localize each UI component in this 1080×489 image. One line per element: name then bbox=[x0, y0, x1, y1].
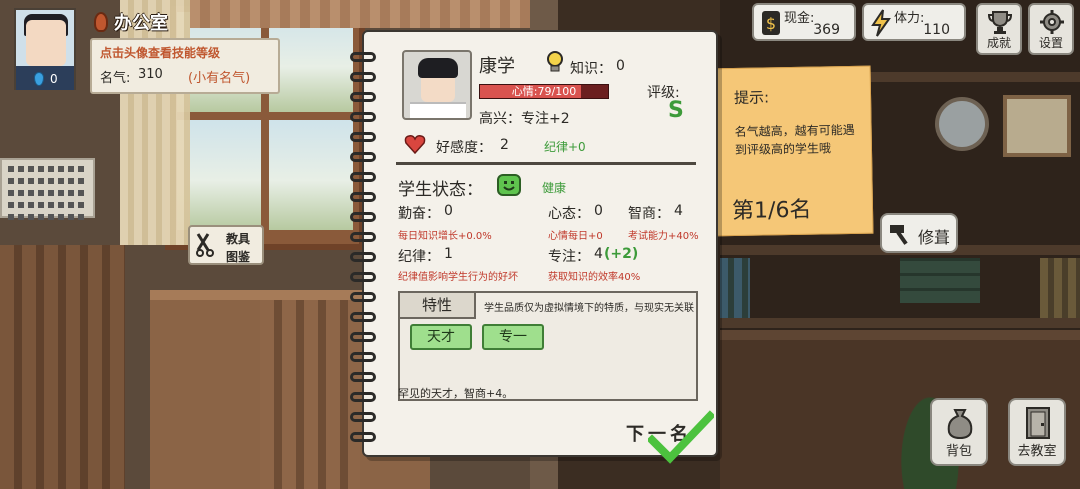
diligence-value: 0 bbox=[444, 203, 453, 219]
iq-value: 4 bbox=[674, 203, 683, 219]
fame-value: 310 bbox=[138, 67, 163, 82]
books bbox=[720, 258, 750, 318]
repair-button[interactable]: 修葺 bbox=[880, 213, 958, 253]
teaching-tools-button[interactable]: 教具 图鉴 bbox=[188, 225, 264, 265]
discipline-note: 纪律值影响学生行为的好坏 bbox=[398, 272, 518, 283]
grade-value: S bbox=[668, 98, 684, 123]
student-card: 康学 知识： 0 心情:79/100 评级: S 高兴：专注+2 好感度： 2 … bbox=[350, 30, 718, 464]
cash-icon: $ bbox=[762, 11, 780, 35]
curtain bbox=[120, 0, 190, 245]
checkmark-icon bbox=[648, 410, 714, 464]
chair bbox=[260, 300, 360, 489]
favor-value: 2 bbox=[500, 137, 509, 153]
book-stack bbox=[900, 258, 980, 303]
trait-chip-genius[interactable]: 天才 bbox=[410, 324, 472, 350]
student-index: 第1/6名 bbox=[731, 197, 812, 225]
focus-note: 获取知识的效率40% bbox=[548, 272, 641, 283]
state-label: 学生状态： bbox=[398, 180, 483, 200]
trait-chip-devoted[interactable]: 专一 bbox=[482, 324, 544, 350]
settings-button[interactable]: 设置 bbox=[1028, 3, 1074, 55]
fame-rank: (小有名气) bbox=[188, 71, 251, 86]
stamina-counter: 体力: 110 bbox=[862, 3, 966, 41]
focus-bonus: (+2) bbox=[604, 246, 639, 262]
stamina-label: 体力: bbox=[894, 11, 925, 26]
trait-detail: 罕见的天才，智商+4。 bbox=[398, 387, 514, 400]
hammer-icon bbox=[890, 225, 908, 245]
framed-photo bbox=[1003, 95, 1071, 157]
spiral-binding bbox=[350, 52, 376, 442]
achievements-label: 成就 bbox=[986, 36, 1011, 50]
trophy-icon bbox=[987, 11, 1013, 34]
lightbulb-icon bbox=[547, 51, 563, 72]
tool-label-line1: 教具 bbox=[226, 232, 251, 246]
student-name: 康学 bbox=[479, 56, 515, 77]
location-label: 办公室 bbox=[94, 9, 168, 35]
divider bbox=[396, 162, 696, 165]
mood-bar: 心情:79/100 bbox=[479, 84, 609, 99]
tool-label-line2: 图鉴 bbox=[226, 250, 251, 264]
location-text: 办公室 bbox=[114, 13, 168, 34]
mentality-note: 心情每日+0 bbox=[548, 231, 603, 242]
tip-title: 提示: bbox=[733, 88, 770, 108]
skill-pin-icon bbox=[34, 72, 44, 86]
tools-icon bbox=[196, 233, 214, 257]
heart-icon bbox=[404, 135, 426, 154]
state-value: 健康 bbox=[542, 181, 567, 195]
mentality-value: 0 bbox=[594, 203, 603, 219]
favor-label: 好感度： bbox=[436, 140, 492, 156]
lightning-icon bbox=[871, 9, 891, 37]
settings-label: 设置 bbox=[1038, 36, 1063, 50]
mentality-label: 心态： bbox=[548, 206, 590, 222]
stamina-value: 110 bbox=[923, 22, 950, 38]
repair-label: 修葺 bbox=[918, 228, 951, 247]
bag-label: 背包 bbox=[945, 444, 972, 459]
books bbox=[1040, 258, 1080, 318]
smiley-icon bbox=[497, 174, 521, 196]
curtain-valance bbox=[190, 0, 530, 28]
diligence-note: 每日知识增长+0.0% bbox=[398, 231, 492, 242]
door-icon bbox=[1026, 407, 1050, 439]
iq-label: 智商： bbox=[628, 206, 670, 222]
go-classroom-button[interactable]: 去教室 bbox=[1008, 398, 1066, 466]
student-portrait bbox=[402, 50, 472, 120]
focus-label: 专注： bbox=[548, 249, 590, 265]
player-avatar[interactable]: 0 bbox=[14, 8, 76, 90]
tip-note: 提示: 名气越高，越有可能遇到评级高的学生哦 第1/6名 bbox=[710, 65, 874, 237]
tip-body: 名气越高，越有可能遇到评级高的学生哦 bbox=[734, 122, 855, 157]
focus-value: 4 bbox=[594, 246, 603, 262]
knowledge-label: 知识： bbox=[570, 61, 612, 77]
cash-counter: $ 现金: 369 bbox=[752, 3, 856, 41]
wall-clock bbox=[935, 97, 989, 151]
avatar-badge: 0 bbox=[34, 72, 58, 86]
gear-icon bbox=[1040, 10, 1064, 34]
bag-icon bbox=[947, 409, 973, 440]
cash-label: 现金: bbox=[784, 11, 815, 26]
traits-description: 学生品质仅为虚拟情境下的特质，与现实无关联 bbox=[484, 303, 694, 314]
knowledge-value: 0 bbox=[616, 58, 625, 74]
discipline-label: 纪律： bbox=[398, 249, 440, 265]
iq-note: 考试能力+40% bbox=[628, 231, 699, 242]
traits-tab[interactable]: 特性 bbox=[400, 293, 476, 319]
fame-hint: 点击头像查看技能等级 bbox=[100, 46, 221, 60]
bag-button[interactable]: 背包 bbox=[930, 398, 988, 466]
eye-chart-poster bbox=[0, 158, 95, 220]
cash-value: 369 bbox=[813, 22, 840, 38]
discipline-value: 1 bbox=[444, 246, 453, 262]
chair bbox=[0, 245, 125, 489]
shelf-board bbox=[720, 318, 1080, 328]
mood-text: 心情:79/100 bbox=[511, 85, 577, 98]
avatar-badge-count: 0 bbox=[50, 72, 58, 86]
achievements-button[interactable]: 成就 bbox=[976, 3, 1022, 55]
svg-text:$: $ bbox=[766, 14, 776, 33]
location-pin-icon bbox=[94, 12, 108, 32]
diligence-label: 勤奋： bbox=[398, 206, 440, 222]
classroom-label: 去教室 bbox=[1017, 444, 1057, 459]
mood-effect: 高兴：专注+2 bbox=[479, 111, 570, 127]
fame-card[interactable]: 点击头像查看技能等级 名气: 310 (小有名气) bbox=[90, 38, 280, 94]
favor-bonus: 纪律+0 bbox=[544, 140, 586, 154]
fame-label: 名气: bbox=[100, 71, 131, 86]
next-student-button[interactable]: 下一名 bbox=[626, 410, 716, 464]
